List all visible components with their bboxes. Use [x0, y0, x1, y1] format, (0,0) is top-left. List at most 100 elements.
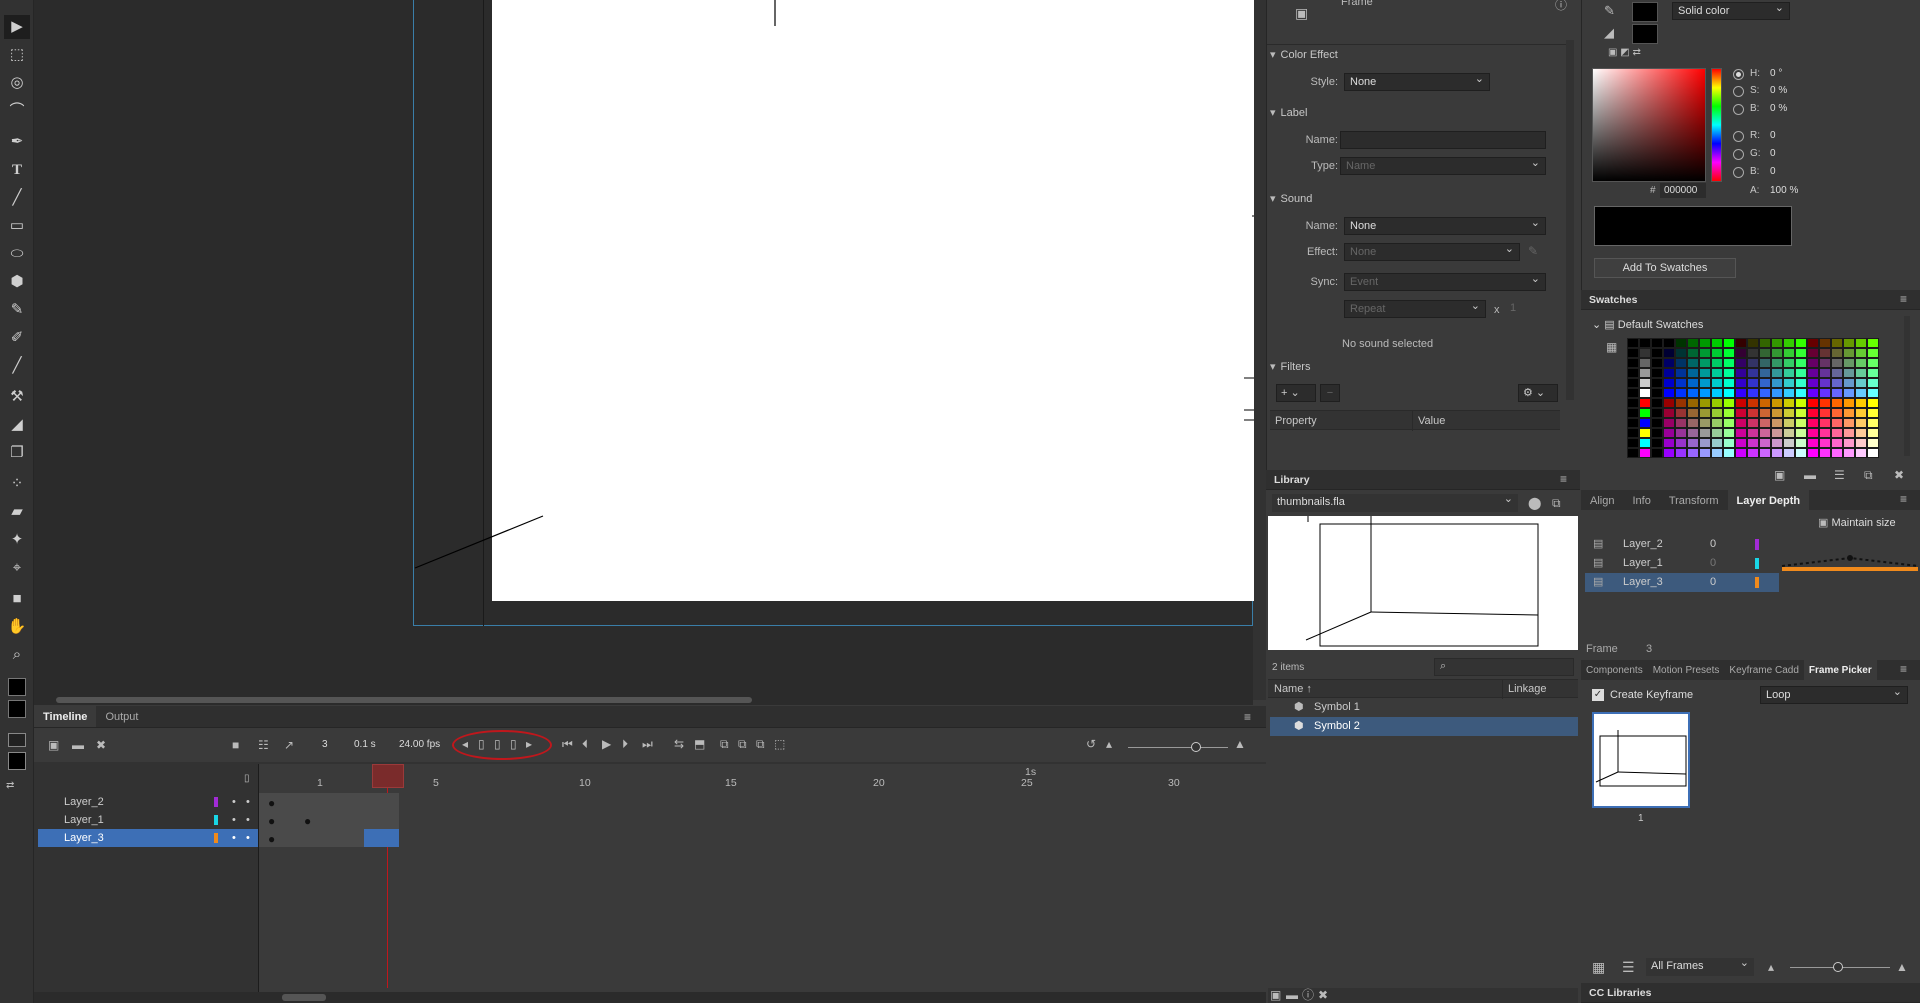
swatch-cell[interactable]: [1831, 378, 1843, 388]
swatch-cell[interactable]: [1735, 358, 1747, 368]
swatch-cell[interactable]: [1843, 388, 1855, 398]
fill-swatch[interactable]: [1632, 24, 1658, 44]
swatch-cell[interactable]: [1843, 448, 1855, 458]
swatch-cell[interactable]: [1831, 398, 1843, 408]
camera-layer-icon[interactable]: ■: [232, 738, 239, 752]
add-filter-button[interactable]: + ⌄: [1276, 384, 1316, 402]
selection-icon[interactable]: ▶: [4, 15, 30, 39]
swatch-cell[interactable]: [1819, 348, 1831, 358]
swatch-cell[interactable]: [1747, 338, 1759, 348]
swatch-cell[interactable]: [1783, 408, 1795, 418]
swatch-cell[interactable]: [1663, 398, 1675, 408]
swatch-cell[interactable]: [1627, 348, 1639, 358]
lasso-icon[interactable]: ⌒: [4, 99, 30, 123]
swatch-cell[interactable]: [1807, 438, 1819, 448]
color-mode-icons[interactable]: ▣ ◩ ⇄: [1608, 47, 1641, 58]
pin-library-icon[interactable]: ⬤: [1528, 496, 1541, 510]
rectangle-icon[interactable]: ▭: [4, 214, 30, 238]
swatch-cell[interactable]: [1807, 388, 1819, 398]
fill-color-swatch[interactable]: [8, 700, 26, 718]
visibility-dot[interactable]: •: [232, 793, 236, 811]
new-folder-icon[interactable]: ▬: [1286, 988, 1298, 1002]
swatch-delete-icon[interactable]: ✖: [1894, 468, 1904, 482]
swatch-cell[interactable]: [1675, 418, 1687, 428]
swatch-cell[interactable]: [1783, 338, 1795, 348]
swatch-cell[interactable]: [1855, 348, 1867, 358]
depth-value[interactable]: 0: [1710, 554, 1716, 573]
swatch-cell[interactable]: [1675, 338, 1687, 348]
swatch-cell[interactable]: [1819, 408, 1831, 418]
swatch-cell[interactable]: [1711, 428, 1723, 438]
swatch-cell[interactable]: [1723, 418, 1735, 428]
swatch-cell[interactable]: [1663, 388, 1675, 398]
swatch-cell[interactable]: [1747, 368, 1759, 378]
swap-colors-icon[interactable]: ⇄: [6, 780, 14, 791]
layer-depth-menu-icon[interactable]: ≡: [1900, 492, 1907, 506]
b-radio[interactable]: [1733, 104, 1744, 115]
swatch-cell[interactable]: [1663, 338, 1675, 348]
repeat-count[interactable]: 1: [1510, 302, 1516, 314]
modify-markers-icon[interactable]: ⬚: [774, 737, 785, 751]
fill-type-dropdown[interactable]: Solid color: [1672, 0, 1790, 20]
swatch-cell[interactable]: [1867, 448, 1879, 458]
swatch-cell[interactable]: [1687, 358, 1699, 368]
swatch-cell[interactable]: [1795, 398, 1807, 408]
swatch-cell[interactable]: [1627, 428, 1639, 438]
zoom-in-timeline-icon[interactable]: ▲: [1234, 737, 1246, 751]
tab-info[interactable]: Info: [1623, 490, 1659, 510]
visibility-dot[interactable]: •: [232, 811, 236, 829]
frame-thumbnail[interactable]: [1592, 712, 1690, 808]
new-symbol-icon[interactable]: ▣: [1270, 988, 1281, 1002]
swatch-cell[interactable]: [1819, 428, 1831, 438]
swatch-cell[interactable]: [1639, 408, 1651, 418]
swatch-cell[interactable]: [1867, 368, 1879, 378]
default-swatches-folder[interactable]: ⌄ ▤ Default Swatches: [1592, 318, 1703, 331]
swatch-cell[interactable]: [1795, 338, 1807, 348]
swatch-cell[interactable]: [1687, 348, 1699, 358]
swatch-cell[interactable]: [1675, 348, 1687, 358]
swatch-cell[interactable]: [1759, 348, 1771, 358]
swatch-cell[interactable]: [1675, 428, 1687, 438]
swatch-cell[interactable]: [1711, 338, 1723, 348]
visibility-dot[interactable]: •: [232, 829, 236, 847]
filter-options-button[interactable]: ⚙ ⌄: [1518, 384, 1558, 402]
swatch-cell[interactable]: [1819, 368, 1831, 378]
swatch-cell[interactable]: [1807, 428, 1819, 438]
onion-prev-icon[interactable]: ◂: [462, 737, 468, 751]
swatch-cell[interactable]: [1723, 448, 1735, 458]
swatch-cell[interactable]: [1651, 448, 1663, 458]
swatch-cell[interactable]: [1663, 368, 1675, 378]
brush-icon[interactable]: ╱: [4, 354, 30, 378]
loop-icon[interactable]: ⇆: [674, 737, 684, 751]
swatch-cell[interactable]: [1759, 438, 1771, 448]
frame-span-layer2[interactable]: [259, 793, 399, 811]
swatch-cell[interactable]: [1819, 378, 1831, 388]
tab-timeline[interactable]: Timeline: [34, 706, 97, 727]
swatch-cell[interactable]: [1831, 368, 1843, 378]
swatch-cell[interactable]: [1759, 398, 1771, 408]
new-folder-icon[interactable]: ▬: [72, 738, 84, 752]
sound-name-dropdown[interactable]: None: [1344, 215, 1546, 235]
depth-row-layer2[interactable]: ▤ Layer_2 0: [1585, 535, 1779, 554]
swatch-cell[interactable]: [1759, 368, 1771, 378]
tab-transform[interactable]: Transform: [1660, 490, 1728, 510]
swatch-cell[interactable]: [1687, 398, 1699, 408]
swatch-cell[interactable]: [1783, 358, 1795, 368]
label-name-input[interactable]: [1340, 131, 1546, 149]
swatch-cell[interactable]: [1663, 348, 1675, 358]
maintain-size[interactable]: ▣ Maintain size: [1818, 516, 1896, 529]
swatch-cell[interactable]: [1747, 398, 1759, 408]
swatch-cell[interactable]: [1699, 348, 1711, 358]
swatch-cell[interactable]: [1699, 398, 1711, 408]
effect-dropdown[interactable]: None: [1344, 241, 1520, 261]
swatch-cell[interactable]: [1735, 418, 1747, 428]
swatch-cell[interactable]: [1735, 438, 1747, 448]
swatch-cell[interactable]: [1783, 418, 1795, 428]
r-radio[interactable]: [1733, 131, 1744, 142]
swatch-cell[interactable]: [1759, 338, 1771, 348]
swatch-cell[interactable]: [1783, 368, 1795, 378]
swatch-cell[interactable]: [1747, 378, 1759, 388]
swatch-cell[interactable]: [1687, 368, 1699, 378]
swatch-cell[interactable]: [1627, 438, 1639, 448]
lock-dot[interactable]: •: [246, 811, 250, 829]
